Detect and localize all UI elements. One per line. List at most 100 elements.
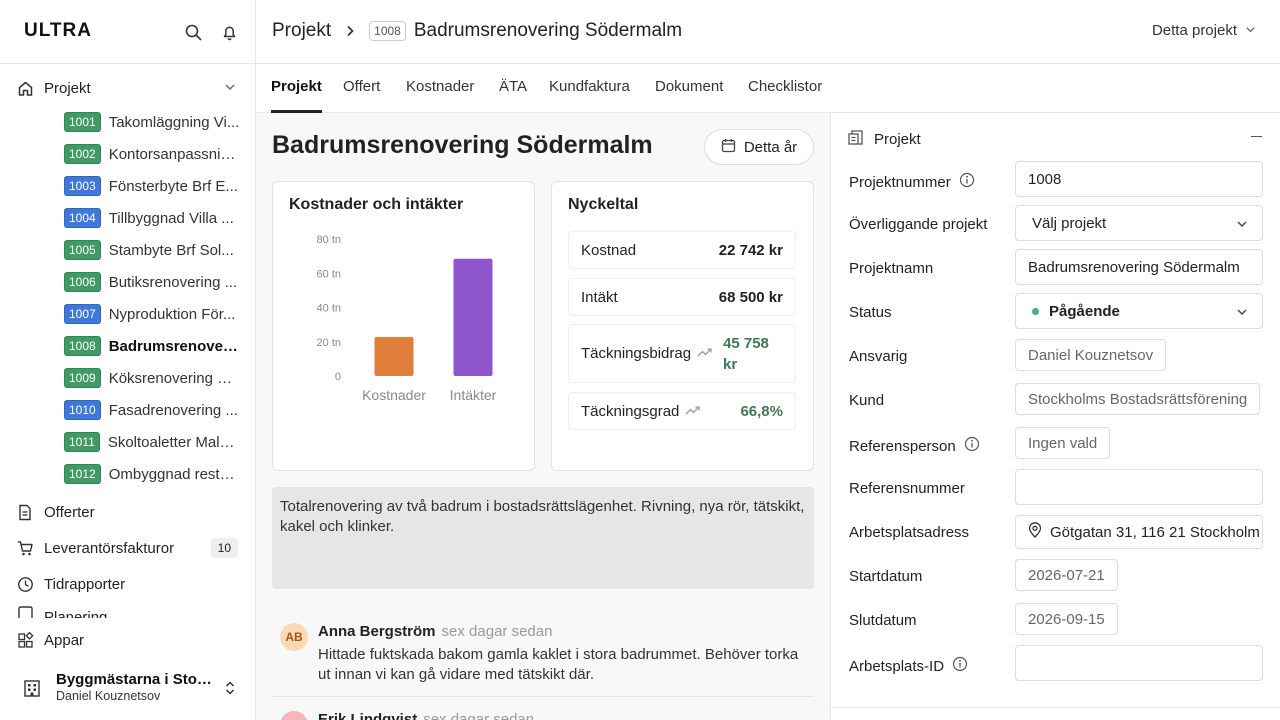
end-date-picker[interactable]: 2026-09-15 bbox=[1015, 603, 1118, 635]
project-number-tag: 1008 bbox=[64, 336, 101, 356]
tab-bar: Projekt Offert Kostnader ÄTA Kundfaktura… bbox=[256, 64, 1280, 113]
sidebar-item-offerter[interactable]: Offerter bbox=[16, 498, 240, 526]
sidebar-item-appar[interactable]: Appar bbox=[16, 626, 240, 654]
comment-time: sex dagar sedan bbox=[423, 711, 535, 720]
field-label-projektnamn: Projektnamn bbox=[849, 260, 934, 277]
info-icon[interactable] bbox=[959, 172, 975, 192]
sidebar-project-item[interactable]: 1008 Badrumsrenoveri... bbox=[64, 333, 240, 359]
minimize-icon[interactable] bbox=[1251, 136, 1262, 137]
tab-kostnader[interactable]: Kostnader bbox=[406, 78, 474, 113]
bell-icon[interactable] bbox=[219, 22, 239, 42]
cart-icon bbox=[16, 539, 34, 557]
project-description[interactable]: Totalrenovering av två badrum i bostadsr… bbox=[272, 487, 814, 589]
field-label-startdatum: Startdatum bbox=[849, 568, 923, 585]
sidebar-project-item[interactable]: 1010 Fasadrenovering ... bbox=[64, 397, 240, 423]
project-name: Ombyggnad resta... bbox=[108, 465, 240, 483]
bar-kostnader[interactable] bbox=[374, 337, 414, 376]
chevron-updown-icon bbox=[224, 680, 236, 700]
logo[interactable]: ULTRA bbox=[24, 20, 92, 42]
sidebar-project-item[interactable]: 1007 Nyproduktion För... bbox=[64, 301, 240, 327]
workplace-id-input[interactable] bbox=[1015, 645, 1263, 681]
sidebar-item-tidrapporter[interactable]: Tidrapporter bbox=[16, 570, 240, 598]
company-switcher[interactable]: Byggmästarna i Stoc... Daniel Kouznetsov bbox=[16, 664, 246, 710]
tab-ata[interactable]: ÄTA bbox=[499, 78, 527, 113]
kpi-label: Kostnad bbox=[581, 241, 637, 259]
page-title: Badrumsrenovering Södermalm bbox=[272, 131, 653, 159]
chevron-down-icon[interactable] bbox=[224, 80, 236, 97]
building-icon bbox=[847, 129, 864, 150]
tab-dokument[interactable]: Dokument bbox=[655, 78, 723, 113]
project-name: Skoltoaletter Malmö bbox=[107, 433, 240, 451]
sidebar-project-item[interactable]: 1005 Stambyte Brf Sol... bbox=[64, 237, 240, 263]
sidebar-project-item[interactable]: 1003 Fönsterbyte Brf E... bbox=[64, 173, 240, 199]
field-label-projektnummer: Projektnummer bbox=[849, 172, 975, 192]
x-category-label: Intäkter bbox=[450, 387, 497, 403]
kpi-value: 45 758 kr bbox=[723, 334, 769, 373]
sidebar-project-item[interactable]: 1006 Butiksrenovering ... bbox=[64, 269, 240, 295]
sidebar-project-item[interactable]: 1009 Köksrenovering U... bbox=[64, 365, 240, 391]
breadcrumb-current: Badrumsrenovering Södermalm bbox=[413, 20, 683, 41]
tab-checklistor[interactable]: Checklistor bbox=[748, 78, 822, 113]
tab-kundfaktura[interactable]: Kundfaktura bbox=[549, 78, 630, 113]
field-label-referensnummer: Referensnummer bbox=[849, 480, 965, 497]
breadcrumb-root[interactable]: Projekt bbox=[272, 20, 331, 42]
project-name: Stambyte Brf Sol... bbox=[108, 241, 234, 259]
info-icon[interactable] bbox=[952, 656, 968, 676]
field-label-status: Status bbox=[849, 304, 892, 321]
sidebar-item-projekt[interactable]: Projekt bbox=[16, 74, 240, 102]
project-name: Fönsterbyte Brf E... bbox=[108, 177, 238, 195]
project-name: Nyproduktion För... bbox=[108, 305, 236, 323]
app: ULTRA Projekt 1001 Takomläggning Vi... 100… bbox=[0, 0, 1280, 720]
panel-title: Projekt bbox=[874, 131, 921, 148]
home-icon bbox=[16, 79, 34, 97]
status-dot bbox=[1032, 307, 1039, 315]
comment-author: Erik Lindqvist sex dagar sedan bbox=[318, 711, 534, 720]
customer-picker[interactable]: Stockholms Bostadsrättsförening bbox=[1015, 383, 1261, 415]
x-category-label: Kostnader bbox=[362, 387, 426, 403]
parent-project-select[interactable]: Välj projekt bbox=[1015, 205, 1263, 241]
period-button-label: Detta år bbox=[743, 138, 798, 156]
scope-select[interactable]: Detta projekt bbox=[1152, 22, 1256, 39]
sidebar-project-item[interactable]: 1002 Kontorsanpassnin... bbox=[64, 141, 240, 167]
project-name: Badrumsrenoveri... bbox=[108, 337, 240, 355]
breadcrumb: Projekt 1008 Badrumsrenovering Södermalm bbox=[272, 20, 682, 42]
field-label-kund: Kund bbox=[849, 392, 885, 409]
kpi-row-kostnad: Kostnad 22 742 kr bbox=[568, 231, 796, 269]
responsible-picker[interactable]: Daniel Kouznetsov bbox=[1015, 339, 1167, 371]
info-icon[interactable] bbox=[964, 436, 980, 456]
trending-up-icon bbox=[697, 345, 713, 362]
project-number-input[interactable]: 1008 bbox=[1015, 161, 1263, 197]
search-icon[interactable] bbox=[183, 22, 203, 42]
kpi-value: 66,8% bbox=[740, 402, 783, 420]
panel-header: Projekt bbox=[847, 129, 921, 150]
tab-projekt[interactable]: Projekt bbox=[271, 78, 322, 113]
company-name: Byggmästarna i Stoc... bbox=[56, 671, 216, 688]
scope-label: Detta projekt bbox=[1151, 22, 1237, 39]
bar-intakter[interactable] bbox=[453, 258, 493, 376]
sidebar-item-label: Tidrapporter bbox=[44, 575, 126, 593]
sidebar-project-item[interactable]: 1012 Ombyggnad resta... bbox=[64, 461, 240, 487]
clock-icon bbox=[16, 575, 34, 593]
start-date-picker[interactable]: 2026-07-21 bbox=[1015, 559, 1118, 591]
kpi-value: 22 742 kr bbox=[718, 241, 783, 259]
reference-number-input[interactable] bbox=[1015, 469, 1263, 505]
sidebar-project-item[interactable]: 1004 Tillbyggnad Villa ... bbox=[64, 205, 240, 231]
sidebar-item-partial[interactable]: Planering bbox=[16, 606, 240, 618]
status-select[interactable]: Pågående bbox=[1015, 293, 1263, 329]
reference-person-picker[interactable]: Ingen vald bbox=[1015, 427, 1111, 459]
sidebar-item-label: Planering bbox=[44, 609, 108, 618]
sidebar-project-item[interactable]: 1001 Takomläggning Vi... bbox=[64, 109, 240, 135]
project-name-input[interactable]: Badrumsrenovering Södermalm bbox=[1015, 249, 1263, 285]
tab-offert[interactable]: Offert bbox=[343, 78, 380, 113]
address-input[interactable]: Götgatan 31, 116 21 Stockholm bbox=[1015, 515, 1263, 549]
sidebar-item-leverantorsfakturor[interactable]: Leverantörsfakturor 10 bbox=[16, 534, 240, 562]
sidebar-project-item[interactable]: 1011 Skoltoaletter Malmö bbox=[64, 429, 240, 455]
project-number-tag: 1007 bbox=[64, 304, 101, 324]
sidebar: ULTRA Projekt 1001 Takomläggning Vi... 100… bbox=[0, 0, 256, 720]
project-number-tag: 1010 bbox=[64, 400, 101, 420]
y-tick-label: 20 tn bbox=[317, 337, 341, 349]
project-name: Köksrenovering U... bbox=[108, 369, 240, 387]
field-label-referensperson: Referensperson bbox=[849, 436, 980, 456]
header: Projekt 1008 Badrumsrenovering Södermalm… bbox=[256, 0, 1280, 64]
period-button[interactable]: Detta år bbox=[704, 129, 814, 165]
